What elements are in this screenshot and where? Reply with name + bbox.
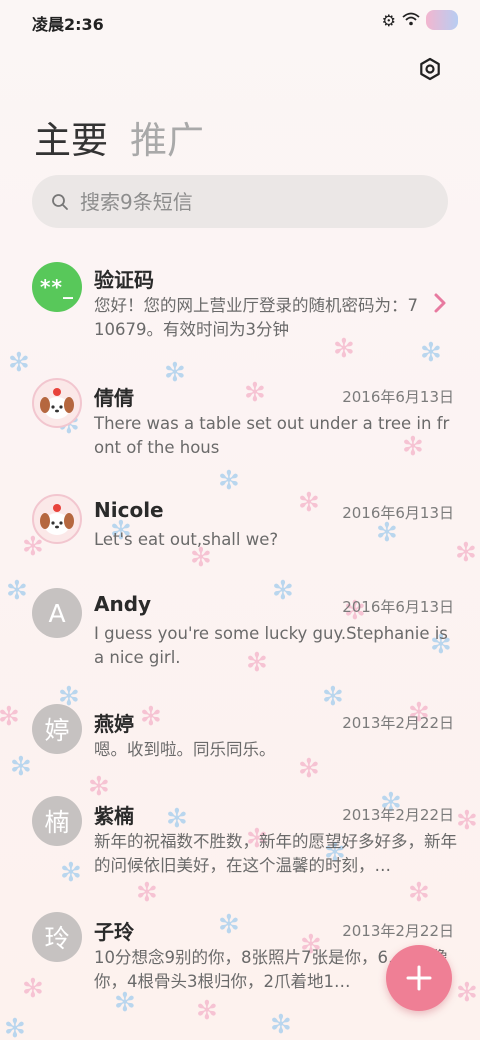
contact-name: 燕婷 <box>94 712 134 736</box>
vibrate-icon: ⚙ <box>381 10 396 30</box>
message-preview: There was a table set out under a tree i… <box>94 414 450 457</box>
thread-item-zinan[interactable]: 楠 紫楠 2013年2月22日 新年的祝福数不胜数，新年的愿望好多好多，新年的问… <box>0 786 480 898</box>
wifi-icon <box>402 11 420 30</box>
contact-name: 验证码 <box>94 268 154 292</box>
puppy-icon <box>40 388 74 419</box>
message-preview: I guess you're some lucky guy.Stephanie … <box>94 624 448 667</box>
avatar: A <box>32 588 82 638</box>
avatar-sticker <box>32 378 82 428</box>
gear-icon <box>420 57 440 81</box>
tab-bar: 主要 推广 <box>34 110 204 164</box>
message-preview: 新年的祝福数不胜数，新年的愿望好多好多，新年的问候依旧美好，在这个温馨的时刻，… <box>94 832 457 875</box>
search-input[interactable] <box>80 189 420 214</box>
message-date: 2016年6月13日 <box>342 598 454 616</box>
settings-button[interactable] <box>416 55 444 83</box>
avatar-sticker <box>32 494 82 544</box>
avatar: 婷 <box>32 704 82 754</box>
message-preview: Let's eat out,shall we? <box>94 530 279 549</box>
tab-promotions[interactable]: 推广 <box>130 110 204 164</box>
status-time: 凌晨2:36 <box>32 15 104 34</box>
message-date: 2016年6月13日 <box>342 388 454 406</box>
avatar: 玲 <box>32 912 82 962</box>
search-bar[interactable] <box>32 175 448 228</box>
plus-icon <box>406 965 432 991</box>
message-preview: 嗯。收到啦。同乐同乐。 <box>94 740 276 759</box>
contact-name: 子玲 <box>94 920 134 944</box>
avatar: **_ <box>32 262 82 312</box>
battery-sticker-icon <box>426 10 458 30</box>
message-date: 2013年2月22日 <box>342 806 454 824</box>
avatar: 楠 <box>32 796 82 846</box>
message-date: 2013年2月22日 <box>342 714 454 732</box>
status-icons: ⚙ <box>382 10 458 30</box>
new-message-button[interactable] <box>386 945 452 1011</box>
message-date: 2013年2月22日 <box>342 922 454 940</box>
thread-item-qianqian[interactable]: 倩倩 2016年6月13日 There was a table set out … <box>0 366 480 476</box>
message-date: 2016年6月13日 <box>342 504 454 522</box>
contact-name: Nicole <box>94 498 164 522</box>
message-preview: 您好！您的网上营业厅登录的随机密码为：710679。有效时间为3分钟 <box>94 296 418 339</box>
search-icon <box>52 193 68 210</box>
chevron-right-icon[interactable] <box>432 292 448 314</box>
thread-item-verification[interactable]: **_ 验证码 您好！您的网上营业厅登录的随机密码为：710679。有效时间为3… <box>0 248 480 360</box>
puppy-icon <box>40 504 74 535</box>
contact-name: 倩倩 <box>94 386 134 410</box>
thread-item-andy[interactable]: A Andy 2016年6月13日 I guess you're some lu… <box>0 576 480 688</box>
contact-name: Andy <box>94 592 152 616</box>
tab-primary[interactable]: 主要 <box>34 110 108 164</box>
contact-name: 紫楠 <box>94 804 134 828</box>
thread-item-yanting[interactable]: 婷 燕婷 2013年2月22日 嗯。收到啦。同乐同乐。 <box>0 694 480 784</box>
status-bar: 凌晨2:36 ⚙ <box>0 0 480 42</box>
thread-item-nicole[interactable]: Nicole 2016年6月13日 Let's eat out,shall we… <box>0 482 480 572</box>
